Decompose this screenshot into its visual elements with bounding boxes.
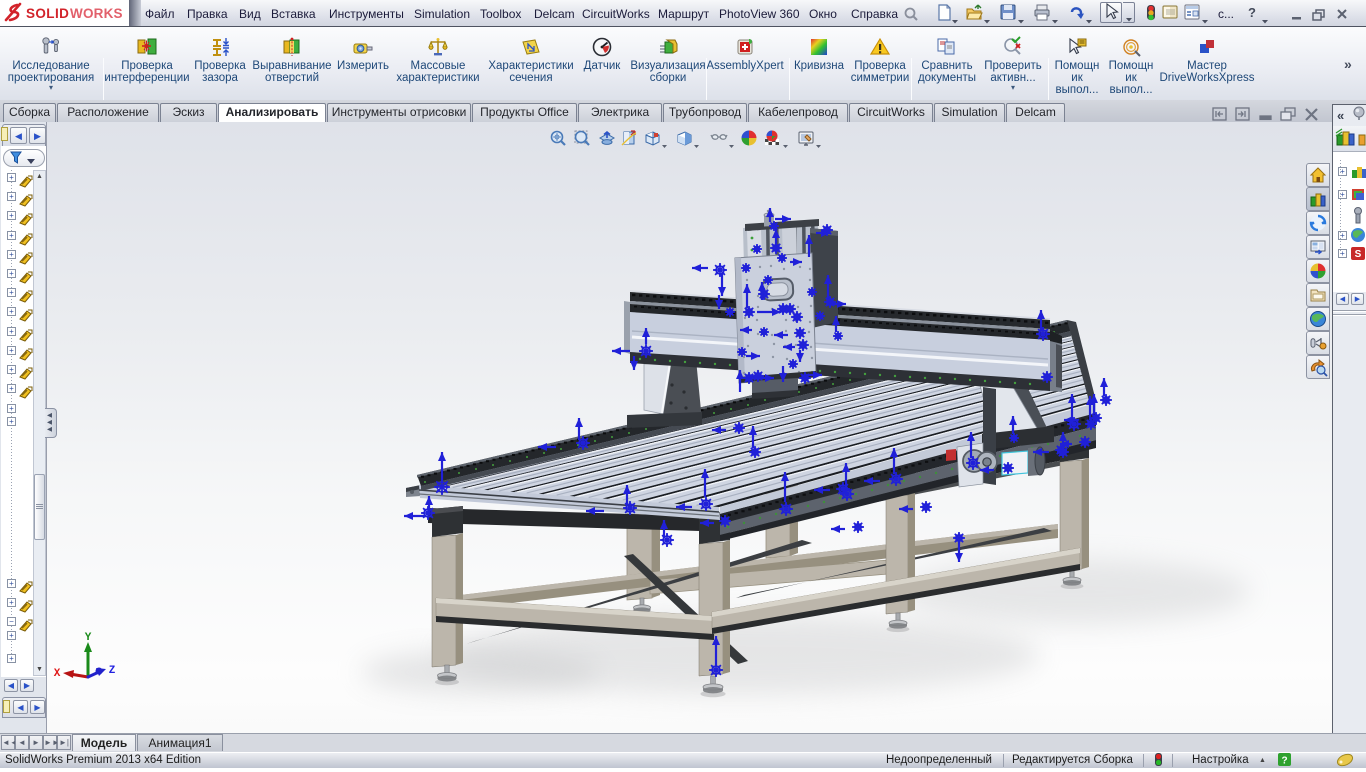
svg-text:WORKS: WORKS: [70, 6, 123, 21]
svg-text:Y: Y: [85, 632, 92, 644]
svg-text:Z: Z: [109, 665, 116, 677]
svg-text:?: ?: [1281, 756, 1287, 767]
svg-text:X: X: [54, 668, 61, 680]
svg-text:S: S: [1355, 249, 1362, 260]
svg-text:SOLID: SOLID: [26, 6, 69, 21]
